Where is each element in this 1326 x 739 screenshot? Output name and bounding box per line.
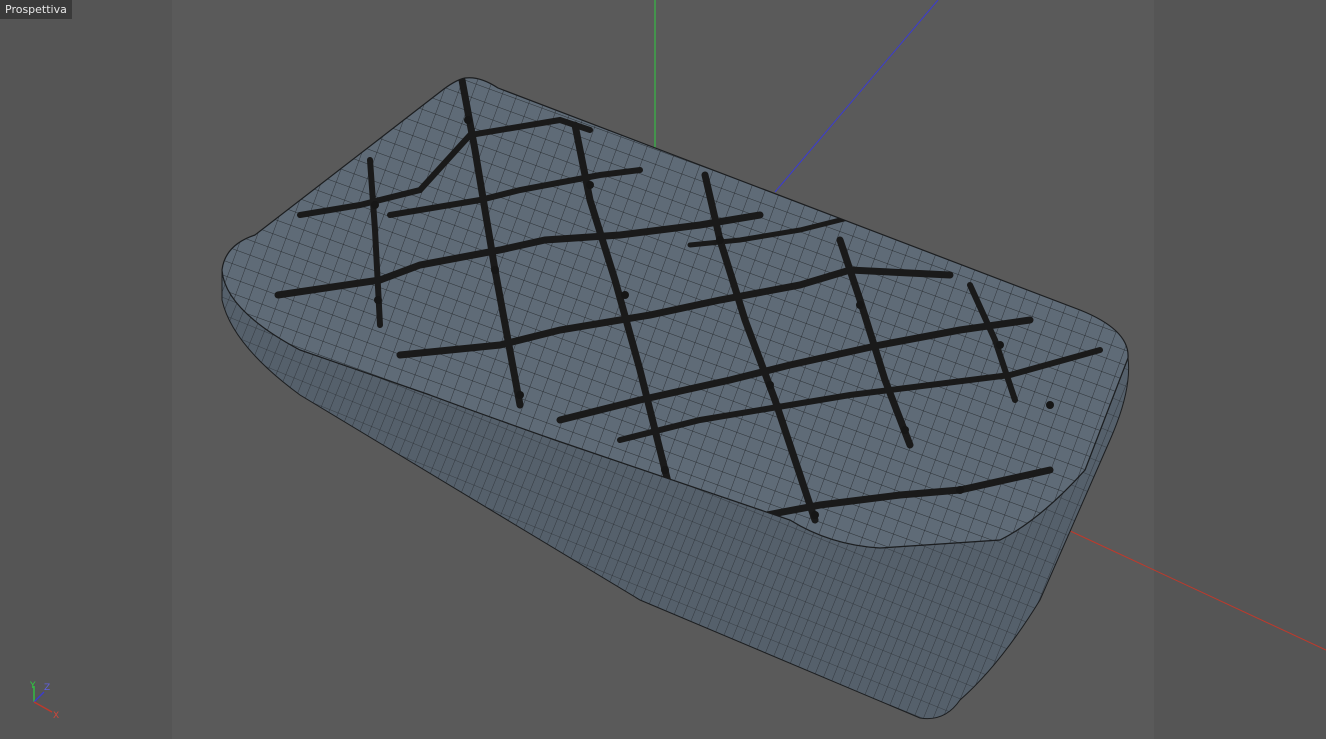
scene-3d[interactable] bbox=[0, 0, 1326, 739]
perspective-viewport[interactable]: Prospettiva Y Z X bbox=[0, 0, 1326, 739]
view-name-label[interactable]: Prospettiva bbox=[0, 0, 72, 19]
world-axis-z bbox=[774, 0, 939, 193]
gizmo-z-label: Z bbox=[44, 683, 50, 693]
axis-gizmo: Y Z X bbox=[29, 681, 59, 721]
gizmo-x-label: X bbox=[53, 711, 59, 721]
world-axis-x bbox=[1067, 529, 1326, 651]
gizmo-y-label: Y bbox=[29, 681, 36, 691]
mattress-mesh[interactable] bbox=[200, 60, 1150, 730]
